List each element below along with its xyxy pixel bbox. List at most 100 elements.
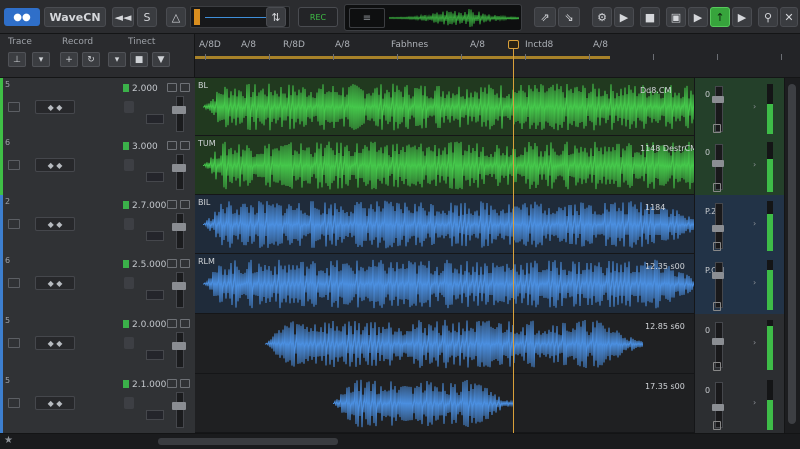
loop-button[interactable]: ↻ (82, 52, 100, 67)
chevron-right-icon[interactable]: › (753, 398, 756, 407)
track-name[interactable]: 2.000 (132, 84, 158, 94)
horizontal-scrollbar[interactable]: ★ (0, 433, 800, 449)
volume-fader-knob[interactable] (172, 223, 186, 231)
volume-fader-knob[interactable] (172, 402, 186, 410)
audio-waveform[interactable] (203, 257, 703, 311)
solo-toggle[interactable] (180, 200, 190, 209)
mute-toggle[interactable] (167, 141, 177, 150)
lock-icon[interactable] (713, 421, 721, 430)
add-track-button[interactable]: ⊥ (8, 52, 26, 67)
chevron-right-icon[interactable]: › (753, 160, 756, 169)
volume-fader[interactable] (176, 332, 184, 368)
mixer-fader-knob[interactable] (712, 96, 724, 103)
mute-toggle[interactable] (167, 259, 177, 268)
audio-waveform[interactable] (333, 377, 513, 430)
track-icon[interactable] (8, 278, 20, 288)
record-arm-button[interactable] (124, 397, 134, 409)
solo-toggle[interactable] (180, 259, 190, 268)
solo-toggle[interactable] (180, 319, 190, 328)
track-header[interactable]: 2 ◆ ◆ 2.7.000 (0, 195, 196, 255)
record-arm-button[interactable] (124, 159, 134, 171)
track-icon[interactable] (8, 398, 20, 408)
chevron-right-icon[interactable]: › (753, 102, 756, 111)
playhead-handle[interactable] (508, 40, 519, 49)
settings-button[interactable]: ⚙ (592, 7, 612, 27)
mute-toggle[interactable] (167, 83, 177, 92)
pan-control[interactable]: ◆ ◆ (35, 276, 75, 290)
track-name[interactable]: 2.7.000 (132, 201, 166, 211)
track-name[interactable]: 3.000 (132, 142, 158, 152)
mute-toggle[interactable] (167, 319, 177, 328)
mixer-fader-knob[interactable] (712, 404, 724, 411)
lock-icon[interactable] (713, 362, 721, 371)
automation-button[interactable] (146, 231, 164, 241)
cycle-button[interactable]: ⇅ (266, 7, 286, 27)
volume-fader[interactable] (176, 96, 184, 132)
solo-toggle[interactable] (180, 379, 190, 388)
track-icon[interactable] (8, 102, 20, 112)
cycle-region[interactable] (195, 56, 610, 59)
add-button[interactable]: + (60, 52, 78, 67)
solo-toggle[interactable] (180, 83, 190, 92)
volume-fader-knob[interactable] (172, 164, 186, 172)
lock-icon[interactable] (713, 242, 721, 251)
record-arm-button[interactable] (124, 277, 134, 289)
vertical-scroll-thumb[interactable] (788, 84, 796, 424)
track-menu-button[interactable]: ▾ (32, 52, 50, 67)
track-header[interactable]: 6 ◆ ◆ 2.5.000 (0, 254, 196, 315)
snap-button[interactable]: ■ (130, 52, 148, 67)
track-header[interactable]: 5 ◆ ◆ 2.0.000 (0, 314, 196, 375)
volume-fader-knob[interactable] (172, 342, 186, 350)
pan-control[interactable]: ◆ ◆ (35, 158, 75, 172)
solo-button[interactable]: S (137, 7, 157, 27)
lock-icon[interactable] (713, 183, 721, 192)
track-name[interactable]: 2.1.000 (132, 380, 166, 390)
horizontal-scroll-thumb[interactable] (158, 438, 338, 445)
volume-fader-knob[interactable] (172, 106, 186, 114)
transport-play-button[interactable]: ▶ (688, 7, 708, 27)
lock-icon[interactable] (713, 302, 721, 311)
chevron-right-icon[interactable]: › (753, 338, 756, 347)
volume-fader[interactable] (176, 154, 184, 190)
filter-button[interactable]: ▼ (152, 52, 170, 67)
mixer-fader-knob[interactable] (712, 272, 724, 279)
track-header[interactable]: 5 ◆ ◆ 2.000 (0, 78, 196, 137)
search-button[interactable]: ⚲ (758, 7, 778, 27)
mute-toggle[interactable] (167, 379, 177, 388)
view-button[interactable]: ▣ (666, 7, 686, 27)
rewind-button[interactable]: ◄◄ (112, 7, 134, 27)
play-button[interactable]: ▶ (614, 7, 634, 27)
pan-control[interactable]: ◆ ◆ (35, 100, 75, 114)
go-button[interactable]: ▶ (732, 7, 752, 27)
stop-button[interactable]: ■ (640, 7, 660, 27)
record-enable-button[interactable]: ↑ (710, 7, 730, 27)
lock-icon[interactable] (713, 124, 721, 133)
volume-fader[interactable] (176, 213, 184, 249)
project-title-button[interactable]: WaveCN (44, 7, 106, 27)
mixer-fader-knob[interactable] (712, 160, 724, 167)
automation-button[interactable] (146, 350, 164, 360)
track-header[interactable]: 6 ◆ ◆ 3.000 (0, 136, 196, 196)
timeline-ruler[interactable]: A/8D A/8 R/8D A/8 Fabhnes A/8 Inctd8 A/8 (195, 34, 800, 78)
mixer-fader-knob[interactable] (712, 338, 724, 345)
record-mode-button[interactable]: REC (298, 7, 338, 27)
track-header[interactable]: 5 ◆ ◆ 2.1.000 (0, 374, 196, 434)
playhead[interactable] (513, 40, 514, 440)
track-icon[interactable] (8, 219, 20, 229)
automation-button[interactable] (146, 172, 164, 182)
pan-control[interactable]: ◆ ◆ (35, 396, 75, 410)
automation-button[interactable] (146, 290, 164, 300)
volume-fader-knob[interactable] (172, 282, 186, 290)
automation-button[interactable] (146, 410, 164, 420)
chevron-right-icon[interactable]: › (753, 219, 756, 228)
record-arm-button[interactable] (124, 101, 134, 113)
pan-control[interactable]: ◆ ◆ (35, 336, 75, 350)
header-menu-button[interactable]: ▾ (108, 52, 126, 67)
mixer-fader-knob[interactable] (712, 225, 724, 232)
track-name[interactable]: 2.0.000 (132, 320, 166, 330)
record-arm-button[interactable] (124, 218, 134, 230)
track-icon[interactable] (8, 160, 20, 170)
metronome-button[interactable]: △ (166, 7, 186, 27)
track-name[interactable]: 2.5.000 (132, 260, 166, 270)
track-icon[interactable] (8, 338, 20, 348)
